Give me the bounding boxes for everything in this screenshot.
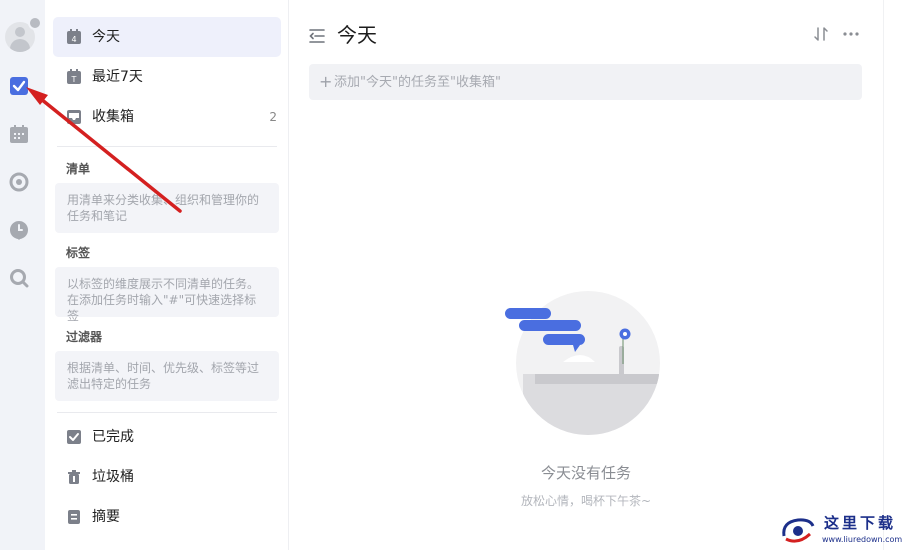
sidebar-item-label: 收集箱 — [92, 109, 134, 125]
plus-icon: + — [319, 72, 333, 91]
add-task-bar[interactable]: + — [309, 64, 862, 100]
page-title: 今天 — [337, 23, 377, 47]
detail-panel-edge — [883, 0, 906, 550]
sidebar-item-summary[interactable]: 摘要 — [53, 497, 281, 537]
sidebar: 4 今天 T 最近7天 收集箱 2 清单 用清单来分类收集、组织和管理你的任务和… — [45, 0, 289, 550]
divider — [57, 412, 277, 413]
more-options-icon[interactable] — [842, 26, 860, 42]
watermark-url: www.liuredown.com — [822, 535, 903, 544]
filters-hint: 根据清单、时间、优先级、标签等过滤出特定的任务 — [55, 351, 279, 401]
watermark-logo-icon — [782, 518, 815, 543]
sidebar-item-label: 已完成 — [92, 429, 134, 445]
sidebar-toggle-icon[interactable] — [309, 28, 327, 44]
completed-icon — [67, 430, 81, 444]
sidebar-item-label: 摘要 — [92, 509, 120, 525]
section-title-filters[interactable]: 过滤器 — [66, 328, 102, 345]
app-window: 4 今天 T 最近7天 收集箱 2 清单 用清单来分类收集、组织和管理你的任务和… — [0, 0, 906, 550]
inbox-count: 2 — [269, 110, 277, 124]
calendar-icon[interactable] — [9, 124, 29, 144]
watermark: 这里下载 www.liuredown.com — [780, 512, 904, 548]
main-panel: 今天 + 今天没有任务 放松心情，喝杯下午茶~ — [289, 0, 883, 550]
sidebar-item-inbox[interactable]: 收集箱 2 — [53, 97, 281, 137]
trash-icon — [68, 470, 80, 484]
task-checkbox-icon[interactable] — [9, 76, 29, 96]
svg-text:T: T — [71, 75, 77, 84]
crown-icon — [28, 16, 42, 30]
section-title-lists[interactable]: 清单 — [66, 160, 90, 177]
lists-hint: 用清单来分类收集、组织和管理你的任务和笔记 — [55, 183, 279, 233]
focus-icon[interactable] — [9, 172, 29, 192]
sidebar-item-label: 最近7天 — [92, 69, 143, 85]
icon-rail — [0, 0, 45, 550]
summary-icon — [68, 510, 80, 524]
empty-state-title: 今天没有任务 — [540, 464, 631, 482]
sidebar-item-trash[interactable]: 垃圾桶 — [53, 457, 281, 497]
sort-icon[interactable] — [813, 26, 829, 42]
search-icon[interactable] — [9, 268, 29, 288]
today-icon: 4 — [67, 29, 81, 44]
svg-text:4: 4 — [71, 35, 76, 44]
sidebar-item-next-7-days[interactable]: T 最近7天 — [53, 57, 281, 97]
empty-state-subtitle: 放松心情，喝杯下午茶~ — [520, 494, 652, 508]
sidebar-item-label: 今天 — [92, 29, 120, 45]
tags-hint: 以标签的维度展示不同清单的任务。在添加任务时输入"#"可快速选择标签 — [55, 267, 279, 323]
divider — [57, 146, 277, 147]
add-task-input[interactable] — [334, 64, 834, 100]
inbox-icon — [67, 110, 81, 124]
sidebar-item-label: 垃圾桶 — [92, 469, 134, 485]
sidebar-item-today[interactable]: 4 今天 — [53, 17, 281, 57]
week-icon: T — [67, 69, 81, 84]
clock-icon[interactable] — [9, 220, 29, 240]
sidebar-item-completed[interactable]: 已完成 — [53, 417, 281, 457]
empty-state-illustration — [505, 291, 660, 435]
watermark-text: 这里下载 — [824, 514, 897, 532]
section-title-tags[interactable]: 标签 — [66, 244, 90, 261]
